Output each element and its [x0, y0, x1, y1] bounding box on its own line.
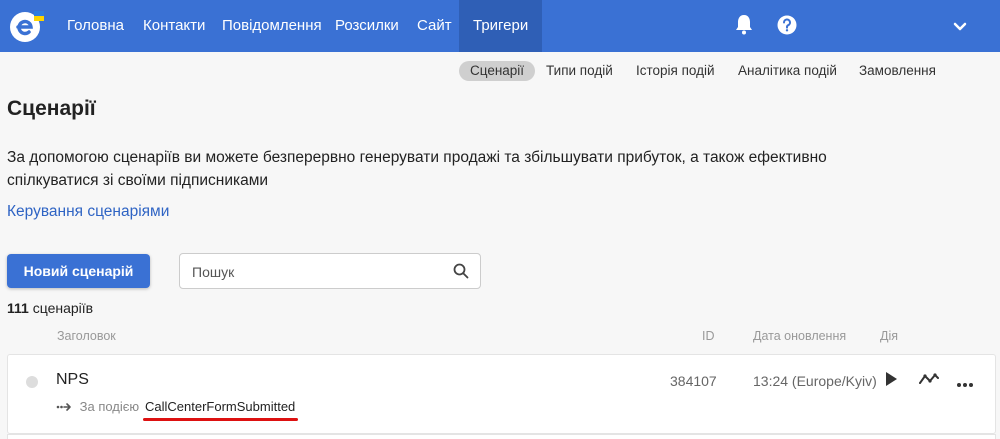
bell-icon[interactable] — [734, 13, 754, 40]
more-options-icon[interactable] — [956, 375, 974, 393]
status-indicator — [26, 376, 38, 388]
table-row[interactable]: NPS За подією CallCenterFormSubmitted 38… — [7, 354, 996, 434]
analytics-icon[interactable] — [919, 372, 939, 391]
scenario-count-label: сценаріїв — [32, 300, 94, 316]
top-navigation-bar: Головна Контакти Повідомлення Розсилки С… — [0, 0, 1000, 52]
column-header-id[interactable]: ID — [702, 329, 715, 343]
trigger-prefix: За подією — [79, 399, 140, 414]
subnav-scenarios[interactable]: Сценарії — [459, 61, 536, 81]
scenario-count-number: 111 — [7, 300, 29, 316]
nav-item-mailings[interactable]: Розсилки — [335, 0, 399, 52]
nav-item-home[interactable]: Головна — [67, 0, 124, 52]
search-icon[interactable] — [453, 263, 469, 284]
trigger-description: За подією — [56, 399, 139, 415]
manage-scenarios-link[interactable]: Керування сценаріями — [7, 203, 169, 221]
subnav-event-types[interactable]: Типи подій — [546, 61, 613, 81]
nav-item-messages[interactable]: Повідомлення — [222, 0, 322, 52]
scenario-title[interactable]: NPS — [56, 371, 89, 389]
search-box — [179, 253, 481, 289]
trigger-arrow-icon — [56, 400, 72, 415]
column-header-action: Дія — [880, 329, 899, 343]
new-scenario-button[interactable]: Новий сценарій — [7, 254, 150, 288]
scenario-updated-date: 13:24 (Europe/Kyiv) — [753, 373, 877, 389]
app-logo[interactable] — [8, 8, 46, 44]
search-input[interactable] — [192, 262, 442, 282]
page-title: Сценарії — [7, 97, 96, 120]
nav-item-triggers[interactable]: Тригери — [459, 0, 543, 52]
help-icon[interactable] — [777, 15, 797, 40]
subnav-event-analytics[interactable]: Аналітика подій — [738, 61, 837, 81]
chevron-down-icon[interactable] — [953, 19, 967, 37]
nav-item-site[interactable]: Сайт — [417, 0, 452, 52]
scenario-count: 111 сценаріїв — [7, 300, 93, 316]
subnav-event-history[interactable]: Історія подій — [636, 61, 715, 81]
nav-item-contacts[interactable]: Контакти — [143, 0, 205, 52]
column-header-updated[interactable]: Дата оновлення — [753, 329, 846, 343]
page-description: За допомогою сценаріїв ви можете безпере… — [7, 149, 827, 189]
play-icon[interactable] — [884, 371, 898, 392]
red-underline-annotation — [143, 418, 298, 421]
scenario-id: 384107 — [670, 373, 717, 389]
subnav-orders[interactable]: Замовлення — [859, 61, 936, 81]
column-header-title[interactable]: Заголовок — [57, 329, 116, 343]
table-row-next — [7, 434, 996, 439]
trigger-event-name[interactable]: CallCenterFormSubmitted — [145, 399, 295, 414]
